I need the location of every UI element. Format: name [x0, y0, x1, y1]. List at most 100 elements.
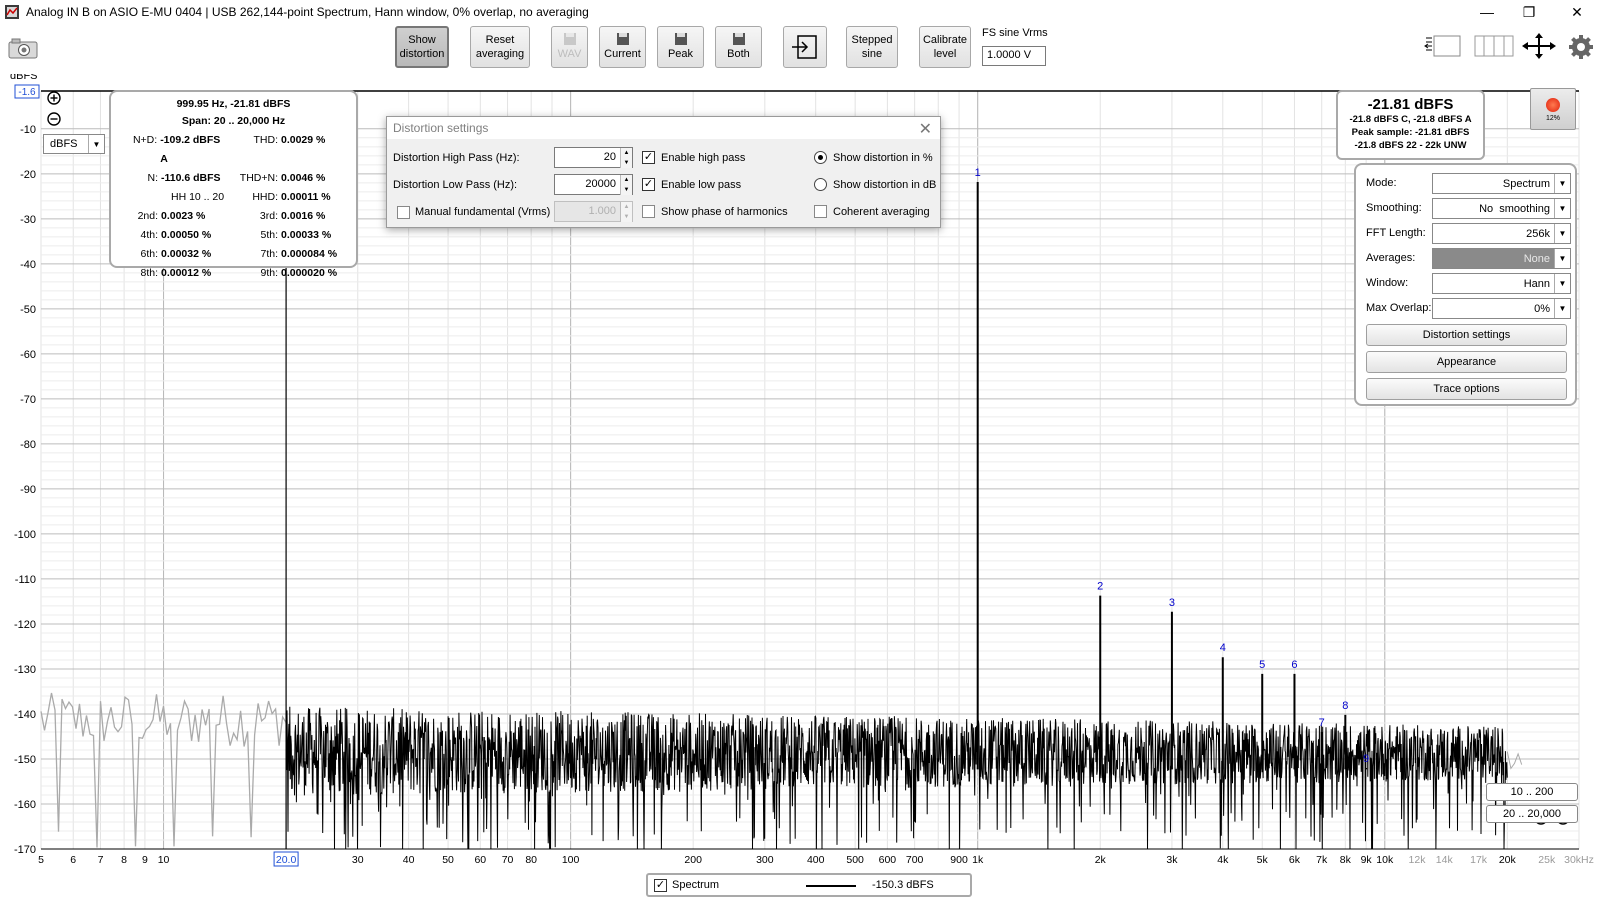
enable-low-pass-checkbox[interactable]: ✓ — [642, 178, 655, 191]
zoom-out-icon[interactable] — [47, 112, 61, 126]
record-button[interactable]: 12% — [1530, 88, 1576, 130]
disk-icon — [674, 33, 687, 45]
save-peak-button[interactable]: Peak — [657, 26, 704, 68]
minimize-button[interactable]: — — [1464, 0, 1510, 24]
spin-down-icon[interactable]: ▼ — [620, 158, 632, 168]
x-tick-label: 500 — [846, 854, 864, 866]
x-tick-label: 700 — [906, 854, 924, 866]
disk-icon — [616, 33, 629, 45]
disk-icon — [732, 33, 745, 45]
info-right-key: THD: — [253, 134, 279, 146]
calibrate-level-button[interactable]: Calibrate level — [919, 26, 971, 68]
gear-icon[interactable] — [1568, 34, 1594, 60]
reset-averaging-button[interactable]: Reset averaging — [470, 26, 530, 68]
x-tick-label: 5k — [1257, 854, 1269, 866]
spin-up-icon[interactable]: ▲ — [620, 148, 632, 158]
fs-sine-input[interactable]: 1.0000 V — [982, 46, 1046, 66]
info-left-key: 8th: — [140, 267, 158, 279]
wav-button[interactable]: WAV — [551, 26, 588, 68]
spectrum-visible-checkbox[interactable]: ✓ — [654, 879, 667, 892]
fft-length-select[interactable]: 256k ▼ — [1432, 223, 1571, 244]
maximize-button[interactable]: ❐ — [1506, 0, 1552, 24]
info-left-value: 0.00032 % — [161, 248, 212, 260]
window-select[interactable]: Hann ▼ — [1432, 273, 1571, 294]
distortion-settings-button[interactable]: Distortion settings — [1366, 324, 1567, 346]
appearance-button[interactable]: Appearance — [1366, 351, 1567, 373]
camera-icon[interactable] — [8, 38, 38, 60]
mode-select[interactable]: Spectrum ▼ — [1432, 173, 1571, 194]
export-button[interactable] — [783, 26, 827, 68]
x-tick-label: 17k — [1470, 854, 1488, 866]
spin-down-icon[interactable]: ▼ — [620, 185, 632, 195]
coherent-averaging-checkbox[interactable] — [814, 205, 827, 218]
info-right-key: HHD: — [252, 191, 278, 203]
manual-fundamental-input[interactable]: 1.000 ▲ ▼ — [554, 201, 633, 222]
enable-high-pass-checkbox[interactable]: ✓ — [642, 151, 655, 164]
info-left-key: 2nd: — [137, 210, 158, 222]
expand-icon[interactable] — [1521, 32, 1557, 60]
close-window-button[interactable]: ✕ — [1554, 0, 1600, 24]
smoothing-value: No smoothing — [1479, 203, 1550, 215]
y-unit-select[interactable]: dBFS ▼ — [43, 134, 105, 154]
record-percent: 12% — [1545, 115, 1560, 122]
info-row: HH 10 .. 20 HHD: 0.00011 % — [117, 188, 350, 207]
layout-icon[interactable] — [1424, 34, 1462, 58]
max-overlap-row: Max Overlap: 0% ▼ — [1366, 298, 1571, 319]
show-distortion-line2: distortion — [399, 48, 445, 60]
fft-length-value: 256k — [1526, 228, 1550, 240]
mode-row: Mode: Spectrum ▼ — [1366, 173, 1571, 194]
save-current-button[interactable]: Current — [599, 26, 646, 68]
dialog-title: Distortion settings — [393, 121, 489, 135]
toolbar: Show distortion Reset averaging WAV Curr… — [0, 24, 1600, 74]
enable-high-pass-label: Enable high pass — [661, 152, 746, 164]
show-distortion-percent-radio[interactable] — [814, 151, 827, 164]
dialog-titlebar: Distortion settings ✕ — [387, 117, 940, 139]
save-both-button[interactable]: Both — [715, 26, 762, 68]
show-distortion-db-radio[interactable] — [814, 178, 827, 191]
close-icon[interactable]: ✕ — [919, 119, 932, 139]
show-phase-checkbox[interactable] — [642, 205, 655, 218]
harmonic-label: 2 — [1097, 581, 1103, 593]
columns-icon[interactable] — [1474, 34, 1516, 58]
calibrate-level-line1: Calibrate — [922, 34, 968, 46]
cursor-readout: 999.95 Hz, -21.81 dBFS — [176, 98, 291, 110]
spin-up-icon[interactable]: ▲ — [620, 202, 632, 212]
enable-low-pass-label: Enable low pass — [661, 179, 742, 191]
averages-select[interactable]: None ▼ — [1432, 248, 1571, 269]
level-readout-weighted: -21.8 dBFS C, -21.8 dBFS A — [1349, 114, 1472, 125]
spin-down-icon[interactable]: ▼ — [620, 212, 632, 222]
x-tick-label: 400 — [807, 854, 825, 866]
fs-sine-label: FS sine Vrms — [982, 27, 1048, 39]
y-tick-label: -120 — [14, 619, 36, 631]
info-left-key: 4th: — [140, 229, 158, 241]
x-tick-label: 900 — [950, 854, 968, 866]
current-label: Current — [604, 48, 641, 60]
show-distortion-button[interactable]: Show distortion — [395, 26, 449, 68]
chevron-down-icon: ▼ — [1554, 224, 1570, 243]
x-tick-label: 5 — [38, 854, 44, 866]
spin-up-icon[interactable]: ▲ — [620, 175, 632, 185]
x-tick-label: 100 — [562, 854, 580, 866]
range-20-20000-button[interactable]: 20 .. 20,000 — [1486, 805, 1578, 823]
high-pass-label: Distortion High Pass (Hz): — [393, 152, 520, 164]
info-left-value: HH 10 .. 20 — [171, 191, 225, 203]
fft-length-row: FFT Length: 256k ▼ — [1366, 223, 1571, 244]
trace-options-button[interactable]: Trace options — [1366, 378, 1567, 400]
y-tick-label: -70 — [20, 394, 36, 406]
x-tick-label: 3k — [1166, 854, 1178, 866]
range-10-200-button[interactable]: 10 .. 200 — [1486, 783, 1578, 801]
smoothing-select[interactable]: No smoothing ▼ — [1432, 198, 1571, 219]
x-tick-label: 40 — [403, 854, 415, 866]
stepped-sine-button[interactable]: Stepped sine — [846, 26, 898, 68]
span-readout: Span: 20 .. 20,000 Hz — [181, 115, 286, 127]
reset-averaging-line1: Reset — [485, 34, 515, 46]
max-overlap-select[interactable]: 0% ▼ — [1432, 298, 1571, 319]
zoom-in-icon[interactable] — [47, 91, 61, 105]
level-readout-panel: -21.81 dBFS -21.8 dBFS C, -21.8 dBFS A P… — [1336, 90, 1485, 160]
x-tick-label: 6 — [70, 854, 76, 866]
info-right-value: 0.0046 % — [281, 172, 326, 184]
manual-fundamental-checkbox[interactable] — [397, 206, 410, 219]
low-pass-input[interactable]: 20000 ▲ ▼ — [554, 174, 633, 195]
x-tick-label: 4k — [1217, 854, 1229, 866]
high-pass-input[interactable]: 20 ▲ ▼ — [554, 147, 633, 168]
